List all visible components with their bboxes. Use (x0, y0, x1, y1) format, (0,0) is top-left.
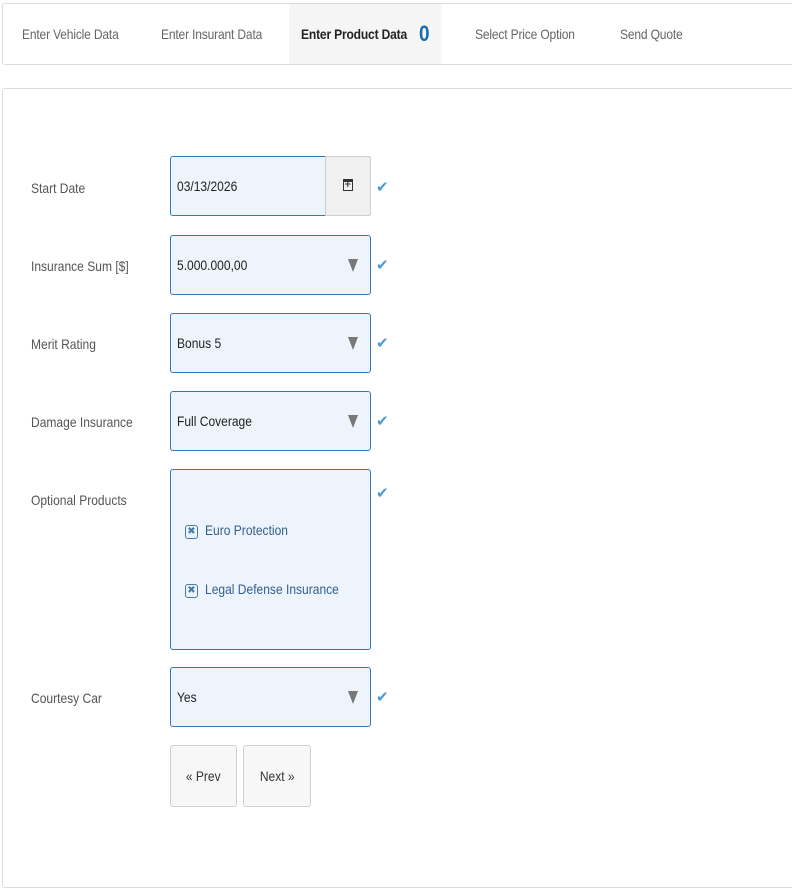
damage-insurance-label: Damage Insurance (31, 414, 133, 430)
chevron-down-icon (348, 337, 358, 350)
courtesy-car-select[interactable]: Yes (170, 667, 371, 727)
checkbox-icon[interactable]: ✖ (185, 525, 198, 539)
start-date-label: Start Date (31, 180, 86, 196)
calendar-icon (343, 179, 353, 191)
start-date-check-icon: ✔ (376, 178, 389, 196)
damage-insurance-value: Full Coverage (177, 413, 252, 429)
date-picker-button[interactable] (325, 156, 371, 216)
next-button-label: Next » (259, 768, 295, 784)
prev-button-label: « Prev (186, 768, 221, 784)
damage-insurance-check-icon: ✔ (376, 412, 389, 430)
tab-select-price-option[interactable]: Select Price Option (475, 4, 575, 64)
product-data-form-panel (2, 88, 792, 888)
chevron-down-icon (348, 415, 358, 428)
optional-products-check-icon: ✔ (376, 484, 389, 502)
tab-label: Enter Product Data (301, 26, 407, 42)
courtesy-car-check-icon: ✔ (376, 688, 389, 706)
tab-enter-product-data[interactable]: Enter Product Data 0 (289, 4, 442, 64)
courtesy-car-value: Yes (177, 689, 197, 705)
tab-enter-vehicle-data[interactable]: Enter Vehicle Data (22, 4, 119, 64)
start-date-value: 03/13/2026 (177, 178, 238, 194)
merit-rating-label: Merit Rating (31, 336, 96, 352)
optional-products-box: ✖ Euro Protection ✖ Legal Defense Insura… (170, 469, 371, 650)
insurance-sum-select[interactable]: 5.000.000,00 (170, 235, 371, 295)
start-date-input[interactable]: 03/13/2026 (170, 156, 371, 216)
option-label: Legal Defense Insurance (205, 581, 339, 597)
insurance-sum-label: Insurance Sum [$] (31, 258, 129, 274)
damage-insurance-select[interactable]: Full Coverage (170, 391, 371, 451)
tab-enter-insurant-data[interactable]: Enter Insurant Data (161, 4, 262, 64)
courtesy-car-label: Courtesy Car (31, 690, 102, 706)
next-button[interactable]: Next » (243, 745, 311, 807)
checkbox-icon[interactable]: ✖ (185, 584, 198, 598)
chevron-down-icon (348, 259, 358, 272)
insurance-sum-check-icon: ✔ (376, 256, 389, 274)
tab-error-count: 0 (419, 21, 430, 46)
chevron-down-icon (348, 691, 358, 704)
insurance-sum-value: 5.000.000,00 (177, 257, 248, 273)
optional-products-label: Optional Products (31, 492, 127, 508)
merit-rating-value: Bonus 5 (177, 335, 222, 351)
merit-rating-check-icon: ✔ (376, 334, 389, 352)
merit-rating-select[interactable]: Bonus 5 (170, 313, 371, 373)
option-label: Euro Protection (205, 522, 288, 538)
tab-send-quote[interactable]: Send Quote (620, 4, 683, 64)
prev-button[interactable]: « Prev (170, 745, 237, 807)
wizard-tab-bar: Enter Vehicle Data Enter Insurant Data E… (2, 3, 792, 65)
